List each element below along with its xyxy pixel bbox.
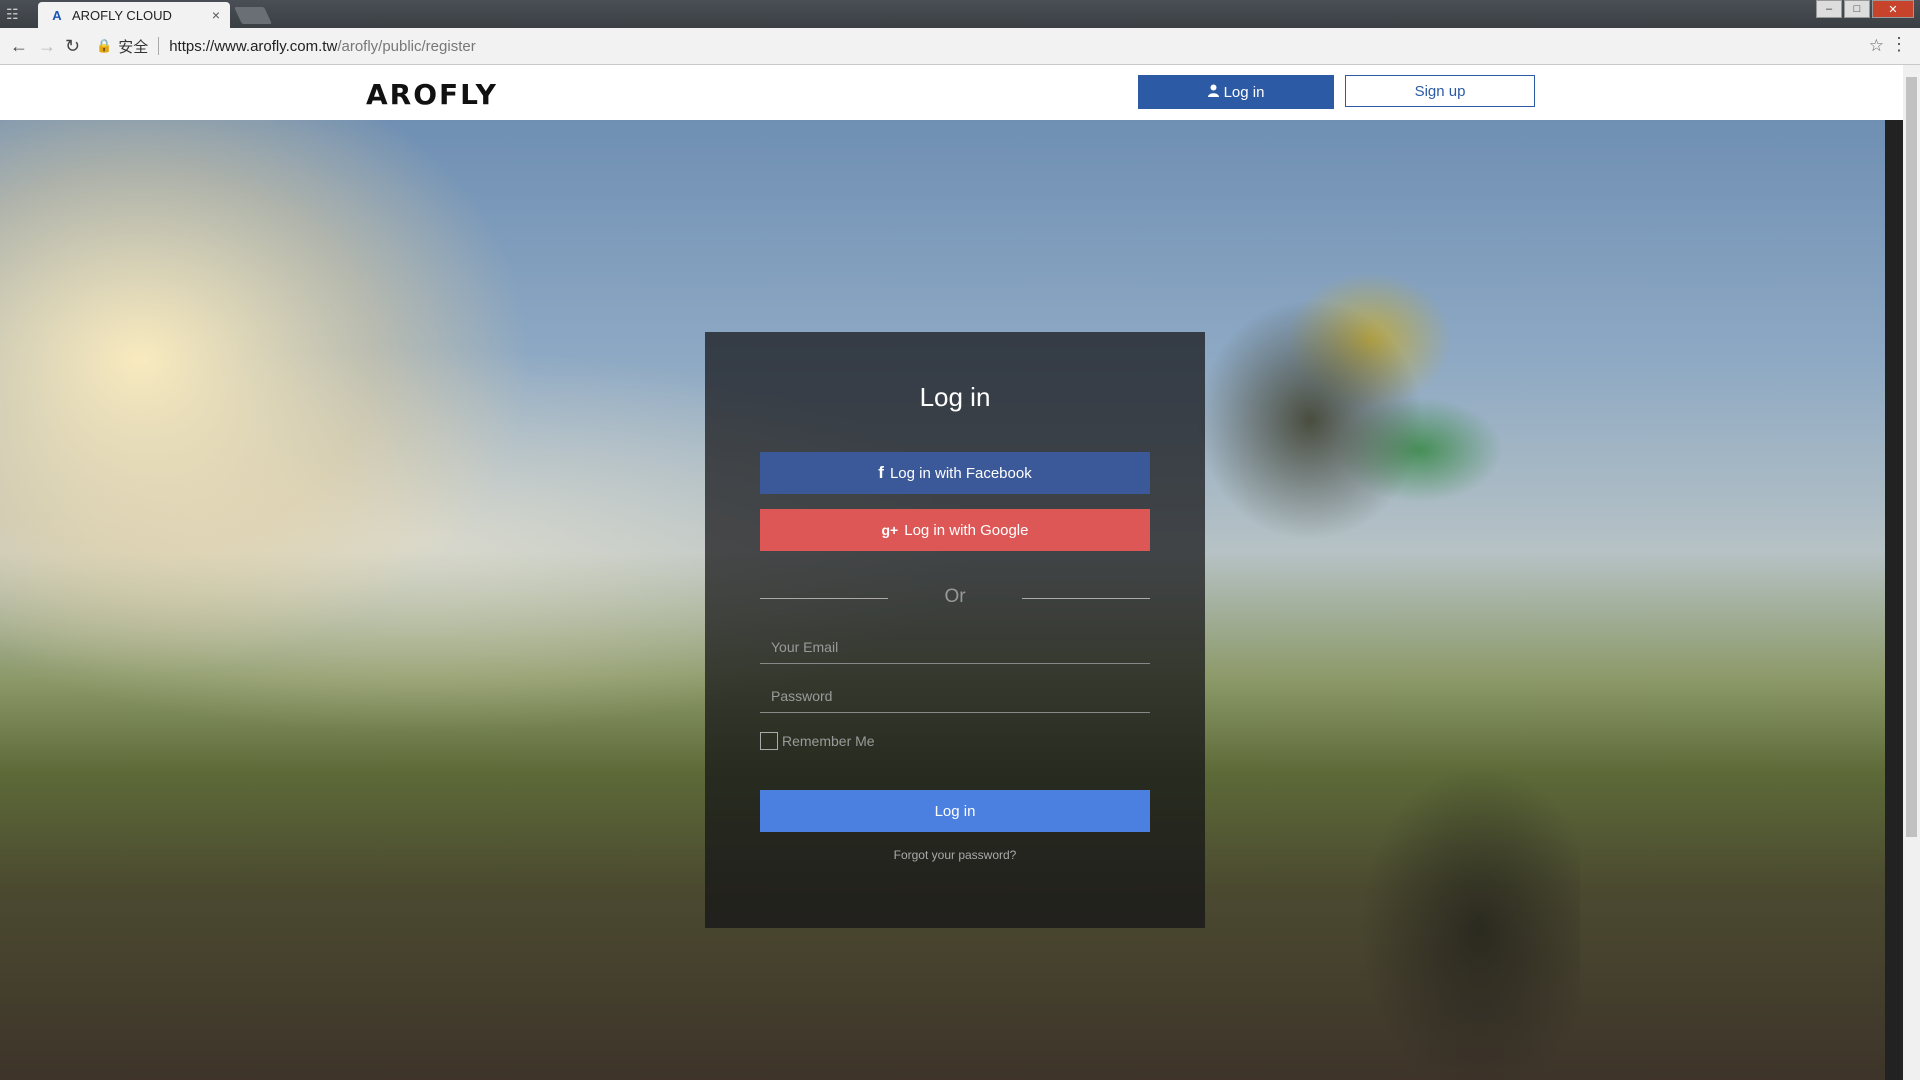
- arofly-logo[interactable]: AROFLY: [366, 78, 498, 111]
- reload-icon[interactable]: ↻: [65, 36, 80, 57]
- tab-close-icon[interactable]: ×: [212, 7, 220, 23]
- url-path: /arofly/public/register: [337, 37, 476, 55]
- address-bar[interactable]: 🔒 安全 https://www.arofly.com.tw/arofly/pu…: [96, 32, 1886, 60]
- browser-toolbar: ← → ↻ 🔒 安全 https://www.arofly.com.tw/aro…: [0, 28, 1920, 65]
- new-tab-button[interactable]: [234, 7, 272, 24]
- url-host: https://www.arofly.com.tw: [169, 37, 338, 55]
- header-login-label: Log in: [1223, 83, 1265, 101]
- remember-me-label: Remember Me: [782, 733, 875, 749]
- remember-me[interactable]: Remember Me: [760, 732, 875, 750]
- login-title: Log in: [919, 382, 991, 412]
- browser-menu-kebab-icon[interactable]: ⋮: [1890, 34, 1908, 55]
- header-signup-button[interactable]: Sign up: [1345, 75, 1535, 107]
- password-field[interactable]: [760, 679, 1150, 713]
- back-icon[interactable]: ←: [10, 36, 28, 57]
- google-plus-icon: g+: [881, 522, 899, 538]
- tab-title: AROFLY CLOUD: [72, 7, 172, 23]
- login-submit-button[interactable]: Log in: [760, 790, 1150, 832]
- site-header: AROFLY Log in Sign up: [0, 65, 1920, 120]
- page-viewport: AROFLY Log in Sign up Log in f Log in wi…: [0, 65, 1920, 1080]
- favicon-icon: A: [52, 7, 62, 23]
- close-window-icon[interactable]: ✕: [1872, 0, 1914, 18]
- or-divider-right: [1022, 598, 1150, 599]
- hero-background-image: Log in f Log in with Facebook g+ Log in …: [0, 120, 1885, 1080]
- email-field[interactable]: [760, 630, 1150, 664]
- google-login-label: Log in with Google: [904, 521, 1029, 539]
- forgot-password-link[interactable]: Forgot your password?: [705, 848, 1205, 862]
- security-label: 安全: [118, 38, 149, 56]
- facebook-login-button[interactable]: f Log in with Facebook: [760, 452, 1150, 494]
- scrollbar-thumb[interactable]: [1906, 77, 1917, 837]
- login-card: Log in f Log in with Facebook g+ Log in …: [705, 332, 1205, 928]
- forward-icon[interactable]: →: [38, 36, 56, 57]
- lock-icon: 🔒: [96, 38, 113, 53]
- user-icon: [1207, 84, 1219, 101]
- header-login-button[interactable]: Log in: [1138, 75, 1334, 109]
- browser-tab[interactable]: A AROFLY CLOUD ×: [38, 2, 230, 28]
- minimize-icon[interactable]: –: [1816, 0, 1842, 18]
- bookmark-star-icon[interactable]: ☆: [1869, 36, 1884, 56]
- or-divider-text: Or: [944, 586, 966, 607]
- address-separator: [158, 37, 160, 55]
- facebook-login-label: Log in with Facebook: [889, 464, 1032, 482]
- facebook-icon: f: [878, 463, 884, 482]
- remember-me-checkbox[interactable]: [760, 732, 778, 750]
- window-controls: – □ ✕: [1816, 0, 1914, 18]
- browser-menu-icon[interactable]: ☷: [6, 6, 19, 23]
- google-login-button[interactable]: g+ Log in with Google: [760, 509, 1150, 551]
- maximize-icon[interactable]: □: [1844, 0, 1870, 18]
- browser-titlebar: ☷ A AROFLY CLOUD × – □ ✕: [0, 0, 1920, 28]
- page-scrollbar[interactable]: [1903, 65, 1920, 1080]
